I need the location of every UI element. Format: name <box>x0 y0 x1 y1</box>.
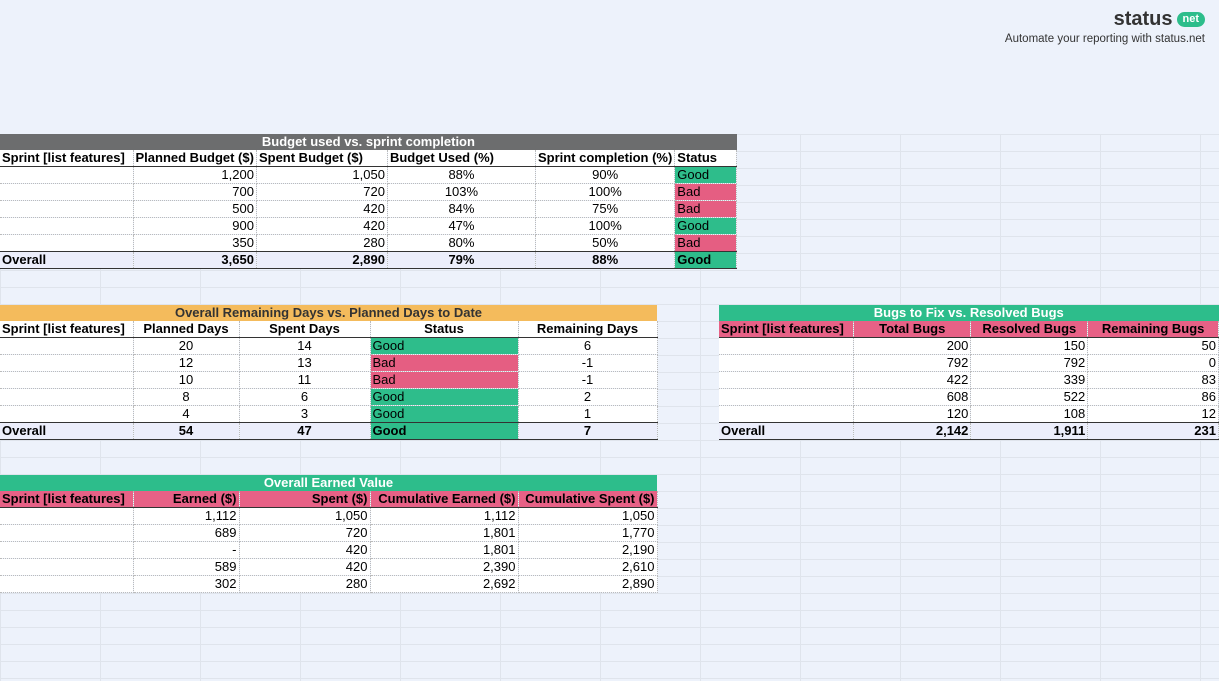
table-row: 1,1121,0501,1121,050 <box>0 508 657 525</box>
col-header: Status <box>675 150 737 167</box>
table-row: 20015050 <box>719 338 1219 355</box>
table-row: 50042084%75%Bad <box>0 201 737 218</box>
col-header: Remaining Days <box>518 321 657 338</box>
col-header: Planned Budget ($) <box>133 150 256 167</box>
table-row: 86Good2 <box>0 389 657 406</box>
earned-title: Overall Earned Value <box>0 475 657 491</box>
status-badge: Good <box>370 389 518 406</box>
col-header: Budget Used (%) <box>387 150 535 167</box>
table-row: 12010812 <box>719 406 1219 423</box>
col-header: Spent Budget ($) <box>256 150 387 167</box>
days-title: Overall Remaining Days vs. Planned Days … <box>0 305 657 321</box>
overall-row: Overall 2,142 1,911 231 <box>719 423 1219 440</box>
table-row: 7927920 <box>719 355 1219 372</box>
budget-table: Budget used vs. sprint completion Sprint… <box>0 134 737 269</box>
col-header: Spent ($) <box>239 491 370 508</box>
col-header: Planned Days <box>133 321 239 338</box>
col-header: Cumulative Earned ($) <box>370 491 518 508</box>
logo-pill: net <box>1177 12 1206 27</box>
table-row: 42233983 <box>719 372 1219 389</box>
table-row: 1,2001,05088%90%Good <box>0 167 737 184</box>
days-table: Overall Remaining Days vs. Planned Days … <box>0 305 658 440</box>
status-badge: Bad <box>370 372 518 389</box>
table-row: -4201,8012,190 <box>0 542 657 559</box>
col-header: Resolved Bugs <box>971 321 1088 338</box>
table-row: 5894202,3902,610 <box>0 559 657 576</box>
col-header: Remaining Bugs <box>1088 321 1219 338</box>
col-header: Spent Days <box>239 321 370 338</box>
col-header: Sprint completion (%) <box>535 150 674 167</box>
table-row: 6897201,8011,770 <box>0 525 657 542</box>
status-badge: Good <box>370 423 518 440</box>
overall-row: Overall 54 47 Good 7 <box>0 423 657 440</box>
status-badge: Good <box>675 218 737 235</box>
col-header: Status <box>370 321 518 338</box>
status-badge: Bad <box>675 235 737 252</box>
table-row: 35028080%50%Bad <box>0 235 737 252</box>
col-header: Cumulative Spent ($) <box>518 491 657 508</box>
budget-title: Budget used vs. sprint completion <box>0 134 737 150</box>
status-badge: Bad <box>370 355 518 372</box>
earned-table: Overall Earned Value Sprint [list featur… <box>0 475 658 593</box>
overall-row: Overall 3,650 2,890 79% 88% Good <box>0 252 737 269</box>
spreadsheet-grid: Budget used vs. sprint completion Sprint… <box>0 134 1219 681</box>
branding: status net Automate your reporting with … <box>1005 8 1205 45</box>
table-row: 1011Bad-1 <box>0 372 657 389</box>
col-header: Sprint [list features] <box>0 150 133 167</box>
status-badge: Bad <box>675 201 737 218</box>
table-row: 3022802,6922,890 <box>0 576 657 593</box>
col-header: Sprint [list features] <box>0 321 133 338</box>
col-header: Earned ($) <box>133 491 239 508</box>
status-badge: Good <box>370 406 518 423</box>
table-row: 60852286 <box>719 389 1219 406</box>
col-header: Total Bugs <box>854 321 971 338</box>
col-header: Sprint [list features] <box>719 321 854 338</box>
tagline: Automate your reporting with status.net <box>1005 33 1205 45</box>
logo: status net <box>1005 8 1205 31</box>
table-row: 2014Good6 <box>0 338 657 355</box>
status-badge: Good <box>675 252 737 269</box>
status-badge: Good <box>675 167 737 184</box>
table-row: 90042047%100%Good <box>0 218 737 235</box>
logo-text: status <box>1114 8 1173 31</box>
status-badge: Bad <box>675 184 737 201</box>
table-row: 700720103%100%Bad <box>0 184 737 201</box>
table-row: 43Good1 <box>0 406 657 423</box>
table-row: 1213Bad-1 <box>0 355 657 372</box>
bugs-table: Bugs to Fix vs. Resolved Bugs Sprint [li… <box>719 305 1219 440</box>
bugs-title: Bugs to Fix vs. Resolved Bugs <box>719 305 1219 321</box>
col-header: Sprint [list features] <box>0 491 133 508</box>
status-badge: Good <box>370 338 518 355</box>
